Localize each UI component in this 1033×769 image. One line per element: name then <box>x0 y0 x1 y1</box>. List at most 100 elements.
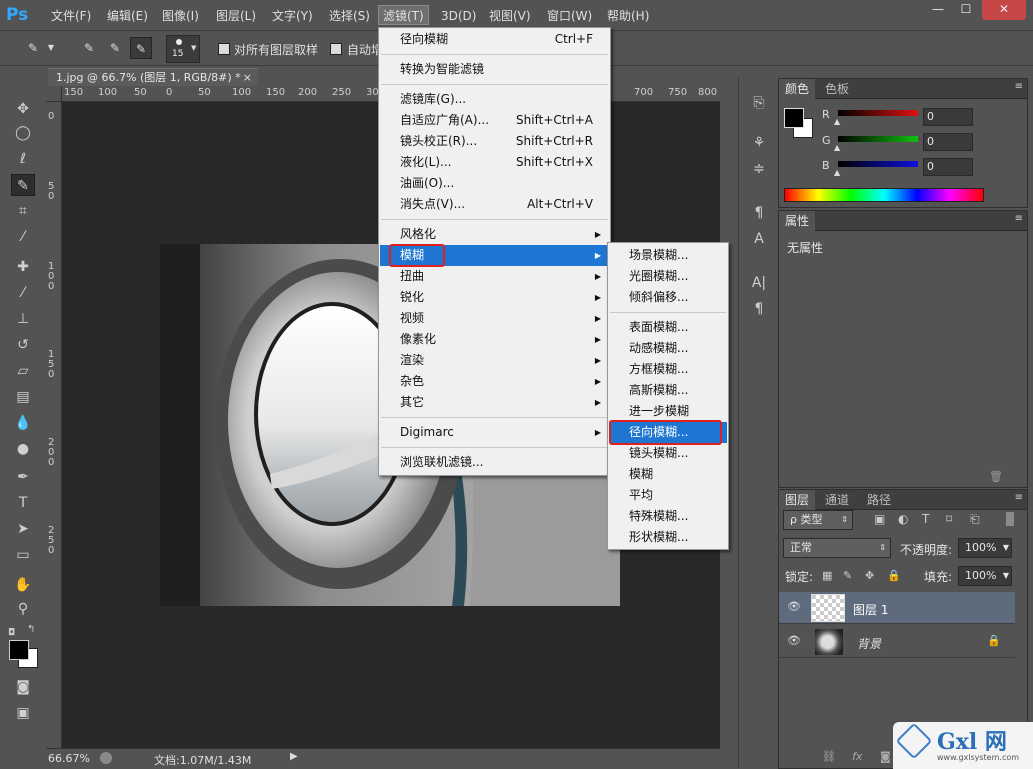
status-arrow-icon[interactable]: ▶ <box>290 751 298 762</box>
menu-help[interactable]: 帮助(H) <box>607 6 649 26</box>
menu-item-filter-gallery[interactable]: 滤镜库(G)... <box>380 89 609 110</box>
document-tab[interactable]: 1.jpg @ 66.7% (图层 1, RGB/8#) * × <box>48 68 258 86</box>
menu-window[interactable]: 窗口(W) <box>547 6 592 26</box>
menu-item-pixelate[interactable]: 像素化 ▶ <box>380 329 609 350</box>
blur-tool-icon[interactable]: 💧 <box>11 412 35 434</box>
menu-type[interactable]: 文字(Y) <box>272 6 313 26</box>
filter-pixel-layer-icon[interactable]: ▣ <box>874 512 885 526</box>
menu-filter[interactable]: 滤镜(T) <box>378 5 429 25</box>
menu-select[interactable]: 选择(S) <box>329 6 370 26</box>
lock-all-icon[interactable]: 🔒 <box>887 569 901 582</box>
submenu-item-smart-blur[interactable]: 特殊模糊... <box>609 506 727 527</box>
swap-colors-icon[interactable]: ↰ <box>27 624 35 635</box>
link-layers-icon[interactable]: ⛓ <box>822 750 836 763</box>
close-button[interactable]: ✕ <box>982 0 1026 20</box>
submenu-item-gaussian-blur[interactable]: 高斯模糊... <box>609 380 727 401</box>
path-selection-tool-icon[interactable]: ➤ <box>11 518 35 540</box>
gradient-tool-icon[interactable]: ▤ <box>11 386 35 408</box>
menu-item-digimarc[interactable]: Digimarc ▶ <box>380 422 609 443</box>
fill-input[interactable]: 100% ▼ <box>958 566 1012 586</box>
panel-menu-icon[interactable]: ≡ <box>1015 213 1023 224</box>
history-brush-tool-icon[interactable]: ↺ <box>11 334 35 356</box>
filter-type-layer-icon[interactable]: T <box>922 512 929 526</box>
menu-item-distort[interactable]: 扭曲 ▶ <box>380 266 609 287</box>
color-spectrum-bar[interactable] <box>784 188 984 202</box>
marquee-tool-icon[interactable]: ◯ <box>11 122 35 144</box>
menu-item-last-filter[interactable]: 径向模糊 Ctrl+F <box>380 29 609 50</box>
default-colors-icon[interactable]: ◘ <box>8 628 15 638</box>
crop-tool-icon[interactable]: ⌗ <box>11 200 35 222</box>
maximize-button[interactable]: ☐ <box>950 0 982 20</box>
layer-row-layer-1[interactable]: 👁 图层 1 <box>779 592 1015 624</box>
layer-filter-kind-select[interactable]: ρ 类型 ⇕ <box>783 510 853 530</box>
pen-tool-icon[interactable]: ✒ <box>11 466 35 488</box>
filter-adjustment-layer-icon[interactable]: ◐ <box>898 512 908 526</box>
lasso-tool-icon[interactable]: ℓ <box>11 148 35 170</box>
submenu-item-surface-blur[interactable]: 表面模糊... <box>609 317 727 338</box>
blend-mode-select[interactable]: 正常 ⇕ <box>783 538 891 558</box>
panel-menu-icon[interactable]: ≡ <box>1015 492 1023 503</box>
dodge-tool-icon[interactable]: ● <box>11 438 35 460</box>
tab-color[interactable]: 颜色 <box>779 79 816 99</box>
lock-image-icon[interactable]: ✎ <box>843 569 852 582</box>
add-to-selection-icon[interactable]: ✎ <box>104 37 126 59</box>
submenu-item-tilt-shift[interactable]: 倾斜偏移... <box>609 287 727 308</box>
menu-item-liquify[interactable]: 液化(L)... Shift+Ctrl+X <box>380 152 609 173</box>
ruler-origin[interactable] <box>46 86 62 102</box>
submenu-item-iris-blur[interactable]: 光圈模糊... <box>609 266 727 287</box>
rectangle-tool-icon[interactable]: ▭ <box>11 544 35 566</box>
healing-brush-tool-icon[interactable]: ✚ <box>11 256 35 278</box>
channel-b-value[interactable]: 0 <box>923 158 973 176</box>
slider-thumb-icon[interactable]: ▲ <box>834 117 840 126</box>
menu-file[interactable]: 文件(F) <box>51 6 91 26</box>
submenu-item-lens-blur[interactable]: 镜头模糊... <box>609 443 727 464</box>
tab-layers[interactable]: 图层 <box>779 490 816 510</box>
menu-image[interactable]: 图像(I) <box>162 6 199 26</box>
menu-item-vanishing-point[interactable]: 消失点(V)... Alt+Ctrl+V <box>380 194 609 215</box>
layer-mask-icon[interactable]: ◙ <box>880 750 891 763</box>
sample-all-layers-checkbox[interactable] <box>218 43 230 55</box>
filter-shape-layer-icon[interactable]: ⌑ <box>946 512 952 526</box>
menu-layer[interactable]: 图层(L) <box>216 6 256 26</box>
layer-style-icon[interactable]: fx <box>852 750 862 763</box>
layer-name[interactable]: 背景 <box>857 635 881 652</box>
opacity-input[interactable]: 100% ▼ <box>958 538 1012 558</box>
status-menu-icon[interactable] <box>100 752 112 764</box>
quick-mask-icon[interactable]: ◙ <box>11 676 35 698</box>
menu-item-noise[interactable]: 杂色 ▶ <box>380 371 609 392</box>
channel-g-value[interactable]: 0 <box>923 133 973 151</box>
submenu-item-average[interactable]: 平均 <box>609 485 727 506</box>
channel-r-slider[interactable] <box>838 110 918 116</box>
layer-name[interactable]: 图层 1 <box>853 601 888 618</box>
tool-presets-panel-icon[interactable]: ⚘ <box>747 132 771 154</box>
subtract-from-selection-icon[interactable]: ✎ <box>130 37 152 59</box>
paragraph-panel-icon[interactable]: ¶ <box>747 298 771 320</box>
slider-thumb-icon[interactable]: ▲ <box>834 168 840 177</box>
panel-menu-icon[interactable]: ≡ <box>1015 81 1023 92</box>
filter-toggle-switch[interactable] <box>1006 512 1014 526</box>
zoom-tool-icon[interactable]: ⚲ <box>11 598 35 620</box>
character-panel-icon[interactable]: A| <box>747 272 771 294</box>
history-panel-icon[interactable]: ⎘ <box>747 92 771 114</box>
submenu-item-field-blur[interactable]: 场景模糊... <box>609 245 727 266</box>
channel-b-slider[interactable] <box>838 161 918 167</box>
filter-smart-object-icon[interactable]: ⎗ <box>970 512 980 527</box>
menu-item-video[interactable]: 视频 ▶ <box>380 308 609 329</box>
adjustments-panel-icon[interactable]: ≑ <box>747 158 771 180</box>
menu-edit[interactable]: 编辑(E) <box>107 6 148 26</box>
menu-item-oil-paint[interactable]: 油画(O)... <box>380 173 609 194</box>
submenu-item-blur[interactable]: 模糊 <box>609 464 727 485</box>
eyedropper-tool-icon[interactable]: ⁄ <box>11 226 35 248</box>
menu-item-render[interactable]: 渲染 ▶ <box>380 350 609 371</box>
auto-enhance-checkbox[interactable] <box>330 43 342 55</box>
lock-position-icon[interactable]: ✥ <box>865 569 874 582</box>
channel-g-slider[interactable] <box>838 136 918 142</box>
submenu-item-motion-blur[interactable]: 动感模糊... <box>609 338 727 359</box>
trash-icon[interactable]: 🗑 <box>989 470 1003 483</box>
color-panel-fg-swatch[interactable] <box>784 108 804 128</box>
tab-properties[interactable]: 属性 <box>779 211 816 231</box>
close-tab-icon[interactable]: × <box>243 69 252 87</box>
hand-tool-icon[interactable]: ✋ <box>11 574 35 596</box>
quick-select-brush-icon[interactable]: ✎ <box>22 37 44 59</box>
paragraph-styles-panel-icon[interactable]: ¶ <box>747 202 771 224</box>
